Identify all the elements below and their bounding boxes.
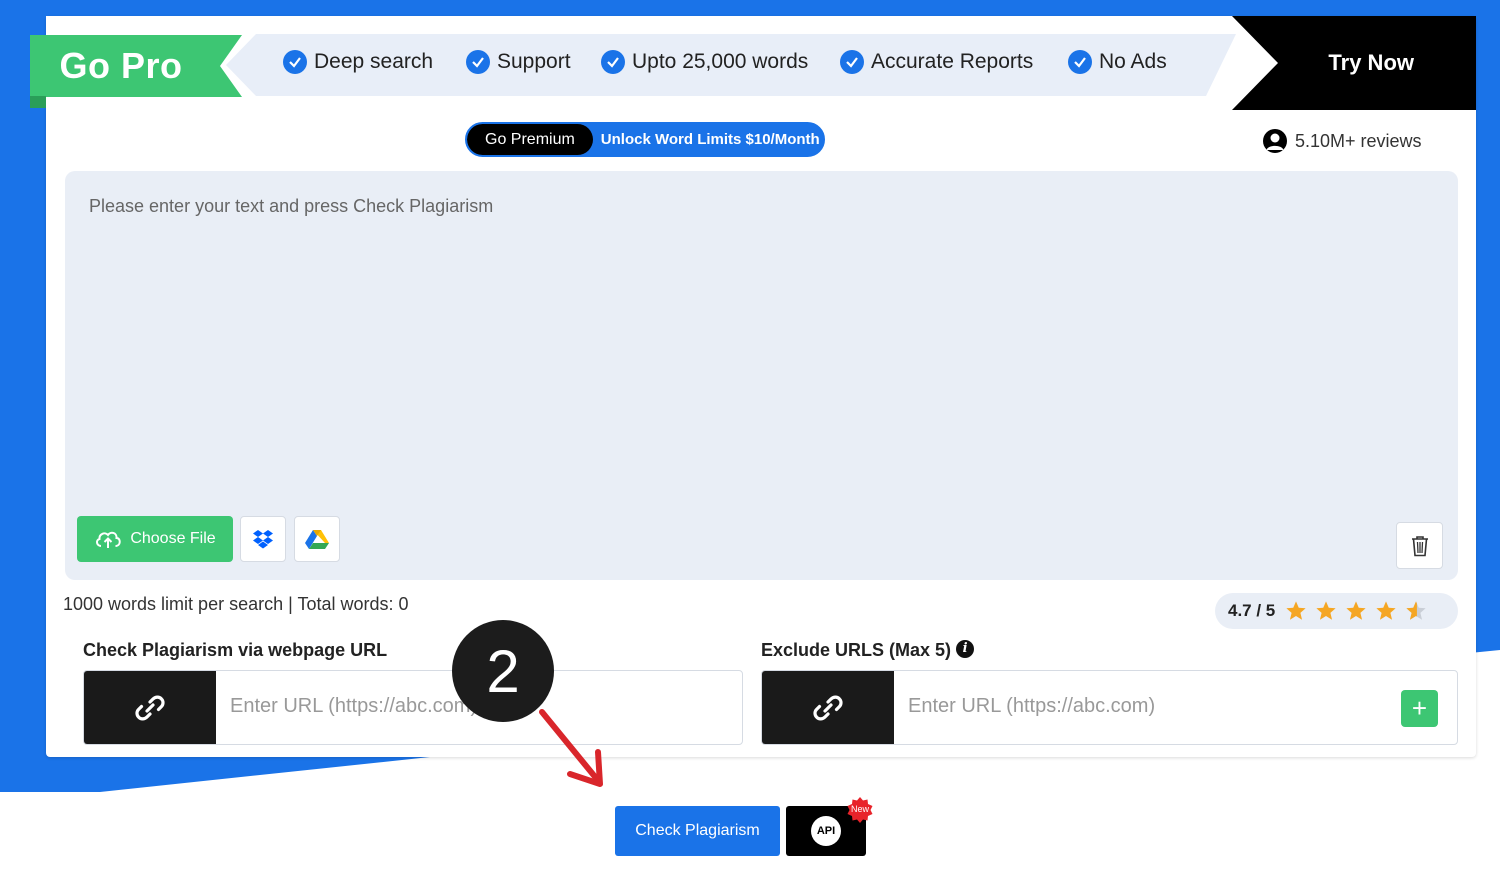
star-icon — [1376, 601, 1396, 620]
go-pro-label: Go Pro — [59, 45, 183, 86]
url-check-placeholder: Enter URL (https://abc.com) — [230, 695, 478, 717]
go-premium-label: Go Premium — [467, 124, 593, 155]
dropbox-button[interactable] — [240, 516, 286, 562]
check-icon — [283, 50, 307, 74]
feature-label: Support — [497, 50, 571, 73]
red-arrow-icon — [539, 709, 603, 787]
user-icon — [1263, 129, 1287, 153]
reviews-count: 5.10M+ reviews — [1263, 128, 1422, 154]
exclude-url-placeholder: Enter URL (https://abc.com) — [908, 695, 1156, 717]
exclude-urls-heading: Exclude URLS (Max 5) i — [761, 639, 975, 661]
link-icon-box — [762, 671, 894, 744]
feature-accurate-reports: Accurate Reports — [840, 46, 1033, 78]
text-input-placeholder: Please enter your text and press Check P… — [89, 196, 494, 216]
url-check-field[interactable]: Enter URL (https://abc.com) — [83, 670, 743, 745]
star-icon — [1346, 601, 1366, 620]
word-limit-text: 1000 words limit per search | Total word… — [63, 594, 409, 614]
google-drive-icon — [305, 529, 329, 549]
check-icon — [840, 50, 864, 74]
go-pro-ribbon[interactable]: Go Pro — [30, 35, 242, 97]
link-icon — [135, 695, 165, 720]
unlock-word-limits-label: Unlock Word Limits $10/Month — [600, 131, 820, 148]
choose-file-button[interactable]: Choose File — [77, 516, 233, 562]
check-icon — [601, 50, 625, 74]
feature-support: Support — [466, 46, 571, 78]
star-icon — [1316, 601, 1336, 620]
trash-icon — [1411, 535, 1428, 556]
feature-word-limit: Upto 25,000 words — [601, 46, 808, 78]
feature-label: No Ads — [1099, 50, 1167, 73]
exclude-urls-label: Exclude URLS (Max 5) — [761, 640, 952, 660]
feature-no-ads: No Ads — [1068, 46, 1167, 78]
rating-badge: 4.7 / 5 — [1215, 593, 1458, 629]
feature-label: Upto 25,000 words — [632, 50, 809, 73]
try-now-label: Try Now — [1328, 50, 1414, 75]
new-badge-label: New — [850, 804, 869, 814]
ribbon-fold — [30, 96, 46, 108]
check-icon — [1068, 50, 1092, 74]
clear-text-button[interactable] — [1396, 522, 1443, 569]
api-label: API — [811, 816, 841, 846]
link-icon-box — [84, 671, 216, 744]
cloud-upload-icon — [96, 531, 122, 548]
rating-label: 4.7 / 5 — [1228, 601, 1276, 620]
google-drive-button[interactable] — [294, 516, 340, 562]
half-star-icon — [1406, 601, 1426, 620]
dropbox-icon — [253, 530, 273, 549]
feature-deep-search: Deep search — [283, 46, 433, 78]
star-icon — [1286, 601, 1306, 620]
choose-file-label: Choose File — [130, 530, 216, 547]
reviews-label: 5.10M+ reviews — [1295, 130, 1422, 151]
feature-label: Deep search — [314, 50, 434, 73]
check-plagiarism-button[interactable]: Check Plagiarism — [615, 806, 780, 856]
feature-label: Accurate Reports — [871, 50, 1034, 73]
add-url-button[interactable]: + — [1401, 690, 1438, 727]
link-icon — [813, 695, 843, 720]
info-icon[interactable]: i — [956, 639, 975, 658]
go-premium-pill[interactable]: Go Premium Unlock Word Limits $10/Month — [465, 122, 825, 157]
url-check-label: Check Plagiarism via webpage URL — [83, 640, 388, 660]
exclude-url-field[interactable]: Enter URL (https://abc.com) + — [761, 670, 1458, 745]
check-icon — [466, 50, 490, 74]
